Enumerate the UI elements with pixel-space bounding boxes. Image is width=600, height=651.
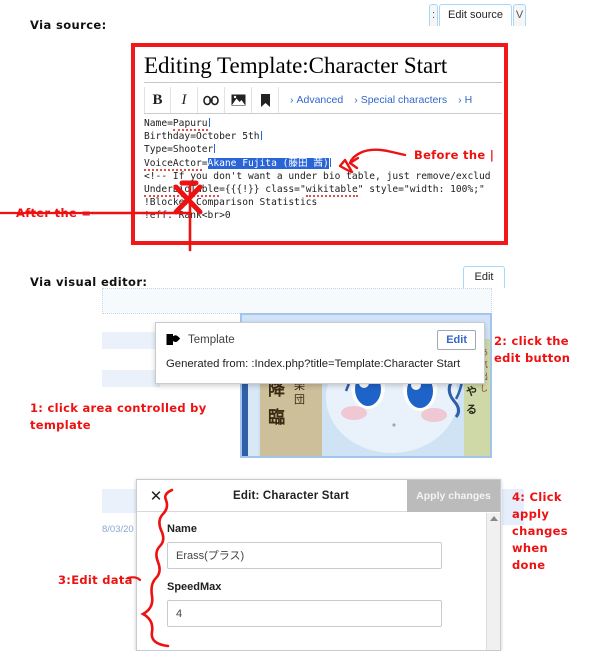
template-popup-label: Template [188, 333, 235, 346]
section-label-via-visual-editor: Via visual editor: [30, 275, 148, 289]
wikitext-textarea[interactable]: Name=Papuru Birthday=October 5th Type=Sh… [144, 114, 504, 223]
field-input-name[interactable]: Erass(プラス) [167, 542, 442, 569]
code-token: Papuru [172, 118, 208, 131]
field-label-name: Name [167, 523, 197, 535]
svg-text:る: る [466, 403, 477, 416]
toolbar-special-characters-label: Special characters [360, 94, 448, 106]
svg-text:し: し [480, 384, 488, 393]
dialog-titlebar: ✕ Edit: Character Start Apply changes [137, 480, 500, 512]
toolbar-help-label: H [464, 94, 473, 106]
tab-partial-left[interactable]: : [429, 4, 438, 26]
annotation-step-4: 4: Click apply changes when done [512, 490, 568, 572]
annotation-step-2: 2: click the edit button [494, 334, 571, 365]
close-icon[interactable]: ✕ [137, 487, 175, 505]
bold-button[interactable]: B [144, 87, 171, 113]
apply-changes-button[interactable]: Apply changes [407, 480, 500, 512]
toolbar-advanced[interactable]: › Advanced [290, 94, 343, 106]
svg-text:臨: 臨 [268, 407, 285, 428]
code-line: Birthday=October 5th [144, 131, 262, 143]
annotation-before-the-pipe: Before the | [414, 148, 495, 162]
code-line: !Blocker Comparison Statistics [144, 197, 318, 209]
toolbar-special-characters[interactable]: › Special characters [354, 94, 447, 106]
svg-text:団: 団 [294, 393, 305, 406]
dialog-scrollbar[interactable] [486, 513, 500, 650]
template-info-popup[interactable]: Template Edit Generated from: :Index.php… [155, 322, 485, 384]
section-label-via-source: Via source: [30, 18, 107, 32]
annotation-step-3: 3:Edit data [58, 573, 133, 587]
field-input-speedmax[interactable]: 4 [167, 600, 442, 627]
field-label-speedmax: SpeedMax [167, 581, 222, 593]
tab-edit-source[interactable]: Edit source [439, 4, 512, 26]
code-line: <!-- If you don't want a under bio table… [144, 170, 491, 182]
scroll-up-arrow-icon[interactable] [490, 516, 498, 521]
dialog-title: Edit: Character Start [232, 489, 350, 502]
page-title: Editing Template:Character Start [144, 52, 502, 83]
svg-text:や: や [466, 385, 477, 398]
screenshot-root: Via source: Via visual editor: : Edit so… [0, 0, 600, 651]
dialog-bg-date: 8/03/20 [102, 524, 134, 535]
code-line: !eff. Rank<br>0 [144, 210, 231, 222]
ve-placeholder-bar-1 [102, 332, 160, 349]
image-icon[interactable] [225, 87, 252, 113]
italic-button[interactable]: I [171, 87, 198, 113]
link-icon[interactable] [198, 87, 225, 113]
tab-partial-right[interactable]: V [513, 4, 526, 26]
ve-content-placeholder [102, 288, 492, 314]
code-line: UnderBioTable={{{!}} class="wikitable" s… [144, 183, 485, 197]
annotation-after-the-equals: After the = [16, 206, 92, 220]
annotation-step-1: 1: click area controlled by template [30, 401, 207, 432]
selected-parameter-value: Akane Fujita (藤田 茜) [207, 157, 329, 169]
puzzle-template-icon [166, 333, 181, 346]
edit-template-dialog[interactable]: ✕ Edit: Character Start Apply changes Na… [136, 479, 501, 651]
ve-placeholder-bar-2 [102, 370, 160, 387]
dialog-body: Name Erass(プラス) SpeedMax 4 [137, 512, 500, 650]
source-editor-toolbar: B I › Advanced › Special characters › H [144, 87, 502, 114]
tab-edit[interactable]: Edit [463, 266, 505, 288]
toolbar-help[interactable]: › H [458, 94, 472, 106]
template-generated-from: Generated from: :Index.php?title=Templat… [166, 358, 461, 370]
code-line: Name=Papuru [144, 118, 210, 131]
toolbar-advanced-label: Advanced [296, 94, 344, 106]
template-edit-button[interactable]: Edit [437, 329, 476, 350]
cite-icon[interactable] [252, 87, 279, 113]
source-editor-panel: Editing Template:Character Start B I › A… [131, 43, 508, 245]
